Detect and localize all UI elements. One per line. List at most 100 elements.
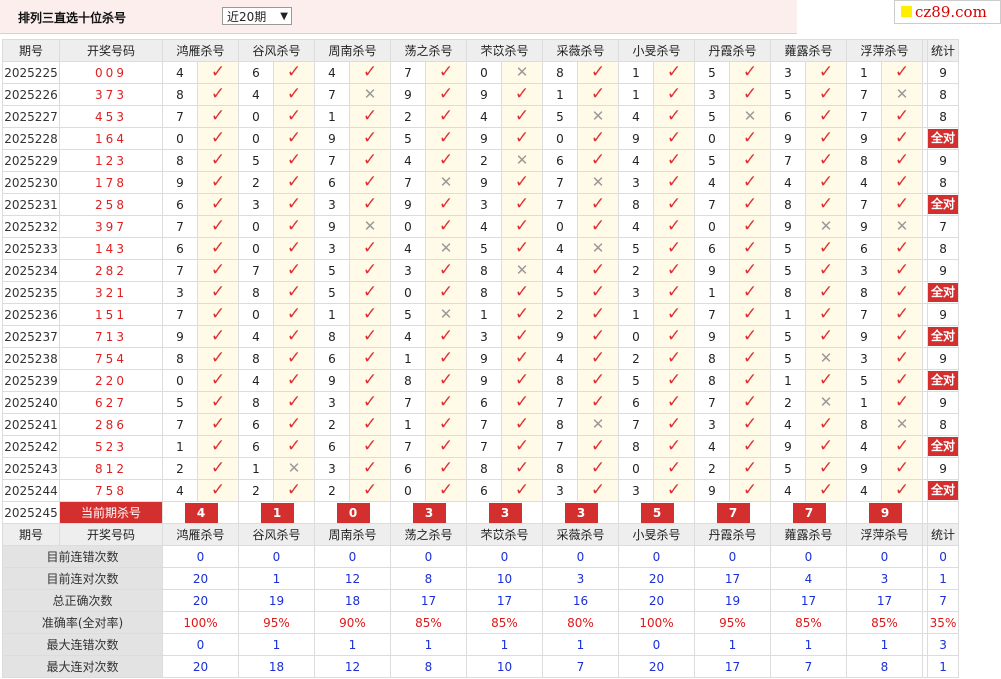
check-icon: ✓ (818, 282, 834, 302)
stat-row: 最大连对次数 20 18 12 8 10 7 20 17 7 8 1 (2, 655, 960, 678)
row-total: 8 (926, 105, 960, 128)
kill-number: 7 (390, 391, 426, 414)
result-right-cell: ✓ (653, 413, 695, 436)
result-right-cell: ✓ (881, 369, 923, 392)
check-icon: ✓ (818, 84, 834, 104)
result-right-cell: ✓ (273, 259, 315, 282)
result-right-cell: ✓ (577, 369, 619, 392)
kill-number: 7 (162, 303, 198, 326)
check-icon: ✓ (438, 150, 454, 170)
check-icon: ✓ (666, 480, 682, 500)
stat-value: 0 (314, 545, 391, 568)
winning-number: 164 (59, 127, 163, 150)
result-right-cell: ✓ (881, 347, 923, 370)
result-right-cell: ✓ (577, 193, 619, 216)
result-right-cell: ✓ (653, 281, 695, 304)
kill-number: 3 (238, 193, 274, 216)
kill-number: 7 (542, 193, 578, 216)
col-header-expert: 周南杀号 (314, 523, 391, 546)
kill-number: 3 (314, 193, 350, 216)
kill-number: 6 (238, 435, 274, 458)
row-total: 全对 (926, 369, 960, 392)
stat-value: 19 (694, 589, 771, 612)
result-right-cell: ✓ (273, 325, 315, 348)
stat-value: 8 (846, 655, 923, 678)
stat-value: 0 (162, 633, 239, 656)
current-kill-cell: 3 (542, 501, 619, 524)
all-right-badge: 全对 (928, 327, 958, 346)
check-icon: ✓ (742, 260, 758, 280)
check-icon: ✓ (666, 458, 682, 478)
check-icon: ✓ (818, 128, 834, 148)
result-right-cell: ✓ (197, 83, 239, 106)
result-wrong-cell: ✕ (501, 259, 543, 282)
result-right-cell: ✓ (653, 325, 695, 348)
check-icon: ✓ (590, 304, 606, 324)
result-wrong-cell: ✕ (805, 215, 847, 238)
site-logo[interactable]: cz89.com (894, 0, 1001, 24)
period-cell: 2025227 (2, 105, 60, 128)
result-right-cell: ✓ (881, 281, 923, 304)
check-icon: ✓ (210, 436, 226, 456)
current-kill-number: 9 (868, 502, 902, 523)
check-icon: ✓ (210, 172, 226, 192)
result-right-cell: ✓ (653, 171, 695, 194)
stat-value: 1 (846, 633, 923, 656)
stat-value: 20 (618, 589, 695, 612)
result-right-cell: ✓ (805, 435, 847, 458)
result-right-cell: ✓ (197, 325, 239, 348)
kill-number: 3 (466, 193, 502, 216)
result-right-cell: ✓ (653, 457, 695, 480)
result-right-cell: ✓ (729, 303, 771, 326)
kill-number: 7 (542, 171, 578, 194)
kill-number: 2 (162, 457, 198, 480)
period-cell: 2025233 (2, 237, 60, 260)
result-right-cell: ✓ (805, 369, 847, 392)
kill-number: 6 (770, 105, 806, 128)
cross-icon: ✕ (819, 217, 833, 235)
check-icon: ✓ (286, 414, 302, 434)
result-right-cell: ✓ (349, 391, 391, 414)
period-cell: 2025228 (2, 127, 60, 150)
kill-number: 5 (314, 259, 350, 282)
stat-value: 12 (314, 567, 391, 590)
check-icon: ✓ (742, 436, 758, 456)
row-total: 全对 (926, 479, 960, 502)
period-range-select[interactable]: 近20期 ▼ (222, 7, 292, 25)
col-header-expert: 采薇杀号 (542, 39, 619, 62)
stat-value: 1 (390, 633, 467, 656)
stat-value: 1 (238, 633, 315, 656)
kill-number: 5 (542, 281, 578, 304)
current-kill-number: 0 (336, 502, 370, 523)
current-period: 2025245 (2, 501, 60, 524)
cross-icon: ✕ (591, 107, 605, 125)
stat-value: 90% (314, 611, 391, 634)
result-right-cell: ✓ (349, 281, 391, 304)
check-icon: ✓ (894, 128, 910, 148)
result-right-cell: ✓ (653, 479, 695, 502)
kill-number: 0 (238, 237, 274, 260)
period-cell: 2025225 (2, 61, 60, 84)
stat-value: 0 (466, 545, 543, 568)
result-right-cell: ✓ (425, 281, 467, 304)
kill-number: 1 (314, 303, 350, 326)
check-icon: ✓ (210, 62, 226, 82)
table-row: 2025227 453 7 ✓ 0 ✓ 1 ✓ 2 ✓ 4 ✓ 5 ✕ 4 ✓ 5 ✕ 6 ✓ 7 ✓ 8 (2, 105, 960, 128)
result-right-cell: ✓ (425, 369, 467, 392)
kill-number: 6 (238, 61, 274, 84)
check-icon: ✓ (666, 62, 682, 82)
result-right-cell: ✓ (197, 479, 239, 502)
result-right-cell: ✓ (653, 259, 695, 282)
result-right-cell: ✓ (501, 457, 543, 480)
result-right-cell: ✓ (881, 391, 923, 414)
check-icon: ✓ (590, 282, 606, 302)
result-wrong-cell: ✕ (881, 215, 923, 238)
kill-number: 3 (618, 281, 654, 304)
result-right-cell: ✓ (577, 303, 619, 326)
result-right-cell: ✓ (881, 259, 923, 282)
result-right-cell: ✓ (349, 61, 391, 84)
col-header-expert: 蕹露杀号 (770, 39, 847, 62)
kill-number: 3 (314, 457, 350, 480)
winning-number: 151 (59, 303, 163, 326)
stat-value: 4 (770, 567, 847, 590)
